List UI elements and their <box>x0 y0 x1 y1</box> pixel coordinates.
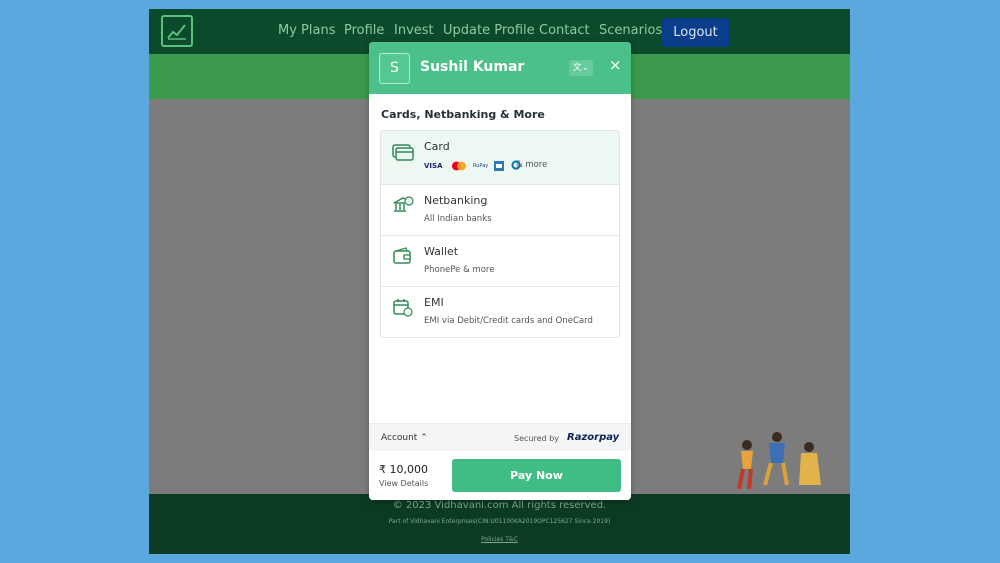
logout-button[interactable]: Logout <box>662 18 729 47</box>
pay-now-button[interactable]: Pay Now <box>452 459 621 492</box>
account-toggle[interactable]: Account ⌃ <box>381 433 428 443</box>
nav-contact[interactable]: Contact <box>539 23 590 38</box>
wallet-title: Wallet <box>424 245 459 258</box>
dancing-people-illustration <box>737 432 821 490</box>
logo-chart-icon <box>167 24 186 40</box>
checkout-footer: ₹ 10,000 View Details Pay Now <box>369 451 631 500</box>
amex-logo <box>494 161 504 171</box>
policies-link[interactable]: Policies T&C <box>149 536 850 543</box>
translate-icon: 文⌄ <box>572 63 590 73</box>
rupay-logo: RuPay <box>473 163 489 169</box>
nav-invest[interactable]: Invest <box>394 23 434 38</box>
calendar-icon <box>393 299 413 317</box>
copyright-text: © 2023 Vidhavani.com All rights reserved… <box>392 500 607 511</box>
nav-update-profile[interactable]: Update Profile <box>443 23 535 38</box>
wallet-subtitle: PhonePe & more <box>424 265 495 275</box>
bank-icon <box>393 196 414 212</box>
account-label: Account <box>381 433 418 443</box>
netbanking-subtitle: All Indian banks <box>424 214 492 224</box>
nav-my-plans[interactable]: My Plans <box>278 23 335 38</box>
close-button[interactable]: × <box>609 56 622 74</box>
emi-subtitle: EMI via Debit/Credit cards and OneCard <box>424 316 593 326</box>
merchant-avatar: S <box>379 53 410 84</box>
wallet-icon <box>393 247 411 264</box>
checkout-header: S Sushil Kumar 文⌄ × <box>369 42 631 94</box>
payment-method-netbanking[interactable]: Netbanking All Indian banks <box>381 185 619 236</box>
merchant-name: Sushil Kumar <box>420 59 525 75</box>
close-icon: × <box>609 56 622 74</box>
account-bar: Account ⌃ Secured by Razorpay <box>369 423 631 451</box>
company-info: Part of Vidhavani Enterprises(CIN:U01100… <box>388 518 611 525</box>
nav-profile[interactable]: Profile <box>344 23 384 38</box>
payment-method-card[interactable]: Card VISA RuPay & more <box>381 131 619 185</box>
emi-title: EMI <box>424 296 444 309</box>
more-networks-text: & more <box>516 160 548 170</box>
payment-method-wallet[interactable]: Wallet PhonePe & more <box>381 236 619 287</box>
chevron-up-icon: ⌃ <box>420 433 428 443</box>
razorpay-logo: Razorpay <box>567 432 620 443</box>
language-button[interactable]: 文⌄ <box>569 60 593 76</box>
netbanking-title: Netbanking <box>424 194 488 207</box>
site-footer: © 2023 Vidhavani.com All rights reserved… <box>149 494 850 554</box>
site-logo[interactable] <box>161 15 193 47</box>
payment-section-title: Cards, Netbanking & More <box>381 108 545 121</box>
razorpay-checkout-modal: S Sushil Kumar 文⌄ × Cards, Netbanking & … <box>369 42 631 500</box>
mastercard-logo <box>452 161 466 171</box>
payment-methods-list: Card VISA RuPay & more Netbanking All In… <box>380 130 620 338</box>
card-title: Card <box>424 140 450 153</box>
payment-method-emi[interactable]: EMI EMI via Debit/Credit cards and OneCa… <box>381 287 619 337</box>
secured-by-text: Secured by <box>514 434 559 443</box>
nav-scenarios[interactable]: Scenarios <box>599 23 662 38</box>
card-icon <box>392 144 414 161</box>
visa-logo: VISA <box>424 162 443 170</box>
view-details-link[interactable]: View Details <box>379 479 428 488</box>
amount-text: ₹ 10,000 <box>379 463 428 476</box>
